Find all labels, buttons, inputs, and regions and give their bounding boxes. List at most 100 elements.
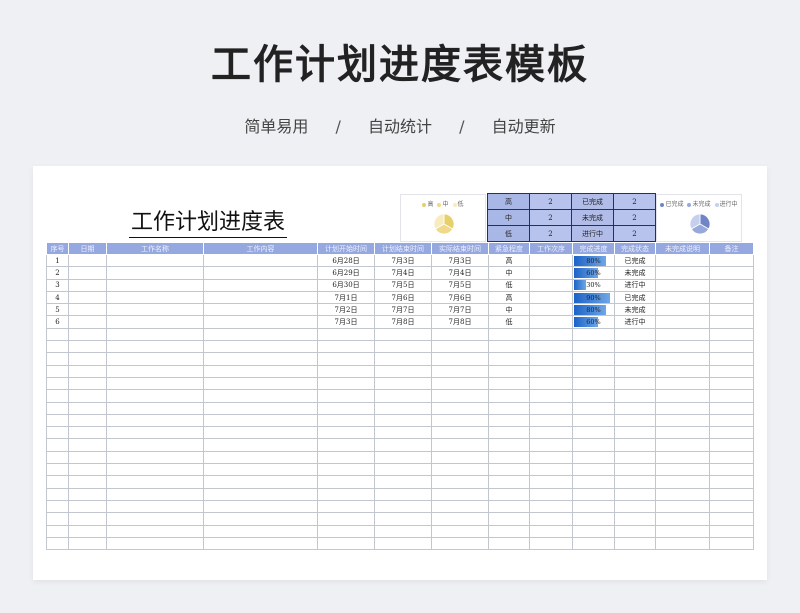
table-cell[interactable] [46,450,69,465]
table-cell[interactable] [317,536,375,551]
table-cell[interactable] [709,463,754,477]
table-cell[interactable] [572,512,615,526]
table-cell[interactable] [614,389,656,403]
table-cell[interactable] [488,512,530,526]
table-cell[interactable] [46,536,69,551]
summary-cell[interactable]: 2 [529,225,572,242]
table-cell[interactable]: 7月4日 [431,266,489,280]
table-cell[interactable] [572,438,615,452]
table-cell[interactable] [488,524,530,538]
table-cell[interactable] [572,536,615,551]
table-cell[interactable]: 7月2日 [317,303,375,317]
table-cell[interactable] [203,315,318,329]
table-cell[interactable] [709,303,754,317]
summary-cell[interactable]: 已完成 [571,193,614,210]
table-cell[interactable] [106,253,204,268]
table-cell[interactable] [68,426,107,440]
table-cell[interactable] [203,303,318,317]
table-cell[interactable] [46,352,69,366]
table-cell[interactable] [68,463,107,477]
column-header[interactable]: 工作名称 [106,242,204,255]
table-cell[interactable] [431,327,489,342]
table-cell[interactable] [46,426,69,440]
table-cell[interactable] [572,499,615,514]
table-cell[interactable] [431,512,489,526]
table-cell[interactable]: 7月5日 [374,278,432,292]
table-cell[interactable] [46,487,69,501]
table-cell[interactable] [374,499,432,514]
column-header[interactable]: 完成进度 [572,242,615,255]
table-cell[interactable] [106,303,204,317]
table-cell[interactable] [374,340,432,354]
table-cell[interactable] [374,536,432,551]
table-cell[interactable] [431,426,489,440]
table-cell[interactable] [529,438,573,452]
table-cell[interactable]: 5 [46,303,69,317]
table-cell[interactable] [572,389,615,403]
table-cell[interactable]: 60% [572,266,615,280]
table-cell[interactable] [655,524,710,538]
table-cell[interactable] [614,463,656,477]
table-cell[interactable]: 2 [46,266,69,280]
urgency-pie-chart[interactable]: 高 中 低 [400,194,486,242]
table-cell[interactable] [709,401,754,415]
table-cell[interactable] [317,438,375,452]
table-cell[interactable] [572,450,615,465]
table-cell[interactable] [709,290,754,305]
table-cell[interactable] [68,401,107,415]
table-cell[interactable]: 高 [488,290,530,305]
table-cell[interactable] [374,512,432,526]
table-cell[interactable] [431,340,489,354]
table-cell[interactable]: 30% [572,278,615,292]
table-cell[interactable] [317,340,375,354]
table-cell[interactable] [709,426,754,440]
summary-cell[interactable]: 进行中 [571,225,614,242]
table-cell[interactable] [709,364,754,378]
table-cell[interactable]: 中 [488,266,530,280]
table-cell[interactable] [655,512,710,526]
table-cell[interactable] [655,266,710,280]
summary-cell[interactable]: 未完成 [571,209,614,226]
table-cell[interactable] [203,389,318,403]
table-cell[interactable] [203,352,318,366]
table-cell[interactable] [572,475,615,489]
table-cell[interactable] [374,426,432,440]
table-cell[interactable] [488,499,530,514]
table-cell[interactable] [106,401,204,415]
table-cell[interactable] [572,376,615,391]
table-cell[interactable] [203,463,318,477]
table-cell[interactable] [106,413,204,428]
table-cell[interactable] [106,266,204,280]
table-cell[interactable]: 7月1日 [317,290,375,305]
table-cell[interactable] [431,401,489,415]
table-cell[interactable] [488,389,530,403]
table-cell[interactable]: 低 [488,278,530,292]
summary-cell[interactable]: 2 [613,193,656,210]
table-cell[interactable] [614,524,656,538]
table-cell[interactable] [68,340,107,354]
table-cell[interactable] [106,463,204,477]
table-cell[interactable] [488,426,530,440]
table-cell[interactable]: 6 [46,315,69,329]
table-cell[interactable] [317,487,375,501]
table-cell[interactable] [374,463,432,477]
table-cell[interactable] [46,438,69,452]
table-cell[interactable] [655,364,710,378]
table-cell[interactable] [68,512,107,526]
table-cell[interactable]: 进行中 [614,278,656,292]
table-cell[interactable]: 80% [572,303,615,317]
table-cell[interactable] [614,327,656,342]
table-cell[interactable] [46,327,69,342]
table-cell[interactable] [203,536,318,551]
table-cell[interactable] [106,536,204,551]
table-cell[interactable] [374,376,432,391]
table-cell[interactable] [203,426,318,440]
table-cell[interactable] [709,450,754,465]
table-cell[interactable] [529,303,573,317]
table-cell[interactable] [488,413,530,428]
summary-cell[interactable]: 低 [487,225,530,242]
table-cell[interactable] [529,327,573,342]
table-cell[interactable]: 7月3日 [431,253,489,268]
table-cell[interactable] [317,352,375,366]
table-cell[interactable] [572,463,615,477]
